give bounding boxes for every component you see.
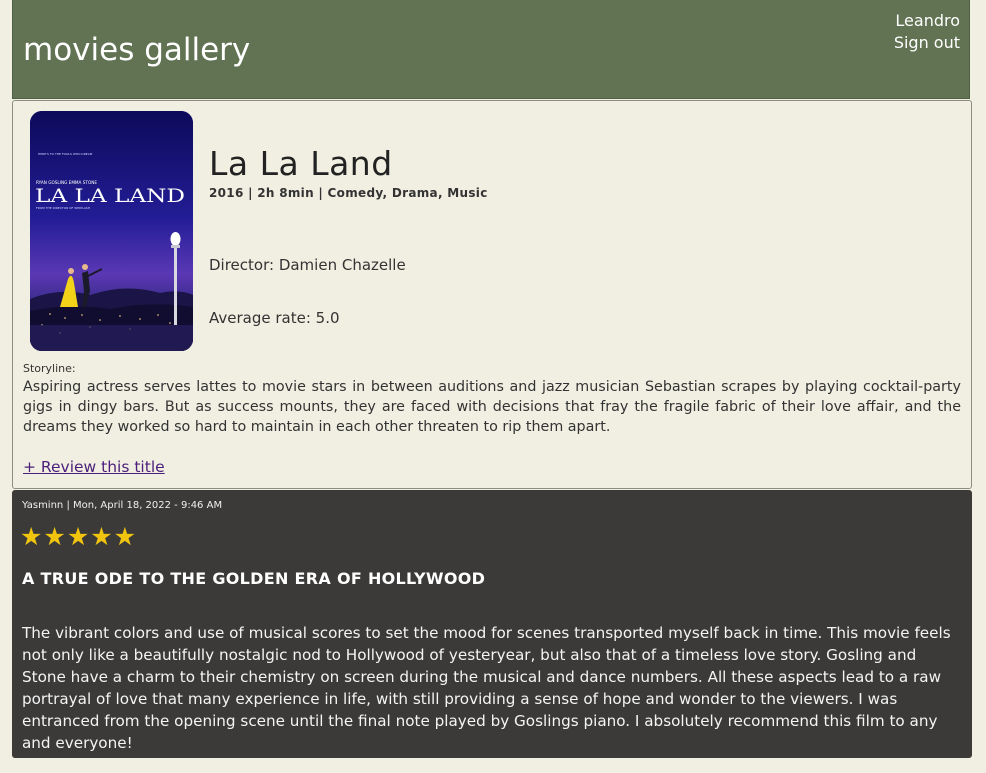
poster-title: LA LA LAND (35, 185, 185, 207)
review-this-title-link[interactable]: + Review this title (23, 458, 165, 476)
poster-tagline: FROM THE DIRECTOR OF WHIPLASH (36, 206, 90, 210)
movie-title: La La Land (209, 144, 393, 183)
user-menu: Leandro Sign out (894, 10, 960, 54)
review-body: The vibrant colors and use of musical sc… (22, 624, 951, 752)
review-author-date: Yasminn | Mon, April 18, 2022 - 9:46 AM (22, 500, 223, 511)
poster-top-text: HERE'S TO THE FOOLS WHO DREAM (38, 152, 93, 156)
site-title[interactable]: movies gallery (23, 30, 250, 70)
username-link[interactable]: Leandro (894, 10, 960, 32)
movie-poster: HERE'S TO THE FOOLS WHO DREAM RYAN GOSLI… (30, 111, 193, 351)
site-header: movies gallery Leandro Sign out (12, 0, 970, 99)
movie-details-card: HERE'S TO THE FOOLS WHO DREAM RYAN GOSLI… (12, 100, 972, 489)
star-rating: ★★★★★ (20, 522, 138, 551)
storyline-text: Aspiring actress serves lattes to movie … (23, 379, 961, 435)
movie-meta: 2016 | 2h 8min | Comedy, Drama, Music (209, 186, 488, 200)
movie-director: Director: Damien Chazelle (209, 256, 406, 274)
review-card: Yasminn | Mon, April 18, 2022 - 9:46 AM … (12, 490, 972, 758)
review-title: A TRUE ODE TO THE GOLDEN ERA OF HOLLYWOO… (22, 569, 486, 588)
storyline-label: Storyline: (23, 362, 76, 375)
average-rate: Average rate: 5.0 (209, 309, 340, 327)
signout-link[interactable]: Sign out (894, 32, 960, 54)
